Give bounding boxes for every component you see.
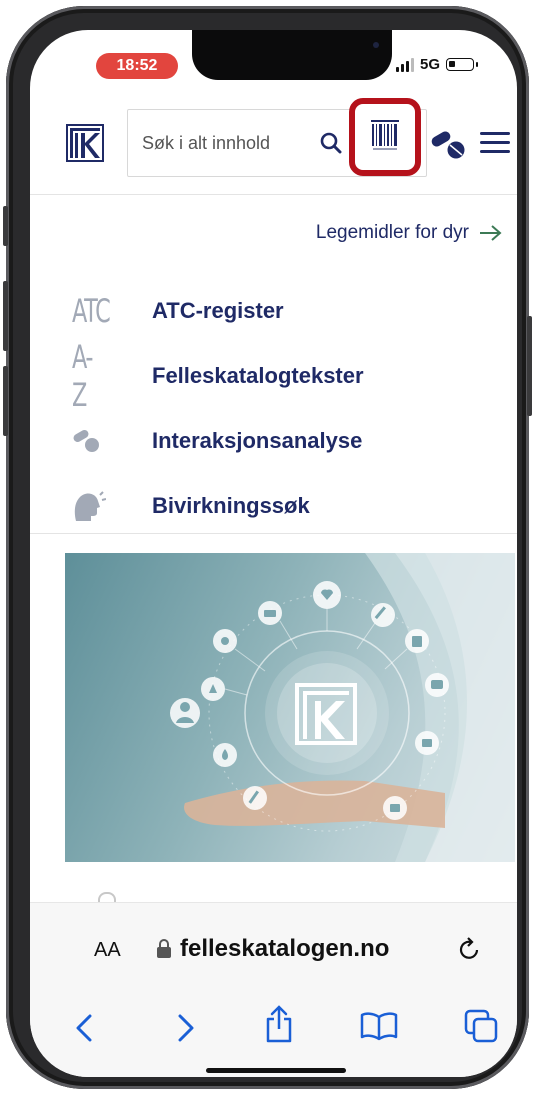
- nav-item-felleskatalogtekster[interactable]: A-Z Felleskatalogtekster: [30, 337, 517, 414]
- search-icon[interactable]: [320, 132, 342, 159]
- phone-screen: 18:52 5G Søk i alt innhold Legemidler fo…: [30, 30, 517, 1077]
- power-button: [527, 316, 532, 416]
- reader-text-size-button[interactable]: AA: [94, 939, 121, 962]
- barcode-icon: [371, 120, 399, 150]
- section-divider: [30, 533, 517, 534]
- head-icon: [72, 482, 120, 530]
- menu-icon[interactable]: [480, 132, 510, 159]
- logo-icon[interactable]: [66, 124, 104, 162]
- barcode-scan-button[interactable]: [349, 98, 421, 176]
- address-bar[interactable]: felleskatalogen.no: [156, 935, 389, 963]
- volume-up-button: [3, 281, 8, 351]
- lock-icon: [157, 939, 171, 958]
- nav-item-label[interactable]: ATC-register: [152, 298, 284, 324]
- browser-bottom-bar: AA felleskatalogen.no: [30, 902, 517, 1077]
- a-z-icon: A-Z: [72, 337, 94, 414]
- signal-icon: [396, 57, 414, 72]
- pills-icon[interactable]: [429, 128, 469, 167]
- bookmarks-icon[interactable]: [360, 1011, 398, 1046]
- battery-icon: [446, 58, 479, 71]
- volume-down-button: [3, 366, 8, 436]
- notch: [192, 30, 392, 80]
- silent-switch: [3, 206, 8, 246]
- atc-icon: ATC: [72, 291, 111, 330]
- feature-nav-list: ATC ATC-register A-Z Felleskatalogtekste…: [30, 278, 517, 538]
- phone-frame: 18:52 5G Søk i alt innhold Legemidler fo…: [3, 6, 532, 1089]
- forward-icon[interactable]: [176, 1013, 196, 1048]
- url-text[interactable]: felleskatalogen.no: [180, 935, 389, 963]
- share-icon[interactable]: [264, 1005, 294, 1048]
- search-input[interactable]: Søk i alt innhold: [142, 110, 270, 176]
- reload-icon[interactable]: [457, 936, 483, 967]
- nav-item-bivirkningssok[interactable]: Bivirkningssøk: [30, 473, 517, 538]
- arrow-right-icon: [480, 225, 502, 241]
- nav-item-atc-register[interactable]: ATC ATC-register: [30, 278, 517, 343]
- status-indicators: 5G: [396, 56, 479, 73]
- nav-item-label[interactable]: Bivirkningssøk: [152, 493, 310, 519]
- vet-medicines-link[interactable]: Legemidler for dyr: [316, 222, 503, 244]
- network-type: 5G: [420, 56, 441, 73]
- nav-item-label[interactable]: Interaksjonsanalyse: [152, 428, 362, 454]
- nav-item-interaksjonsanalyse[interactable]: Interaksjonsanalyse: [30, 408, 517, 473]
- browser-toolbar: [30, 1005, 517, 1051]
- tabs-icon[interactable]: [464, 1009, 498, 1048]
- site-header: Søk i alt innhold: [30, 98, 517, 195]
- status-time: 18:52: [96, 53, 178, 79]
- back-icon[interactable]: [74, 1013, 94, 1048]
- vet-medicines-label[interactable]: Legemidler for dyr: [316, 222, 469, 244]
- home-indicator: [206, 1068, 346, 1073]
- hero-image: [65, 553, 515, 862]
- nav-item-label[interactable]: Felleskatalogtekster: [152, 363, 364, 389]
- pills-icon: [72, 417, 120, 465]
